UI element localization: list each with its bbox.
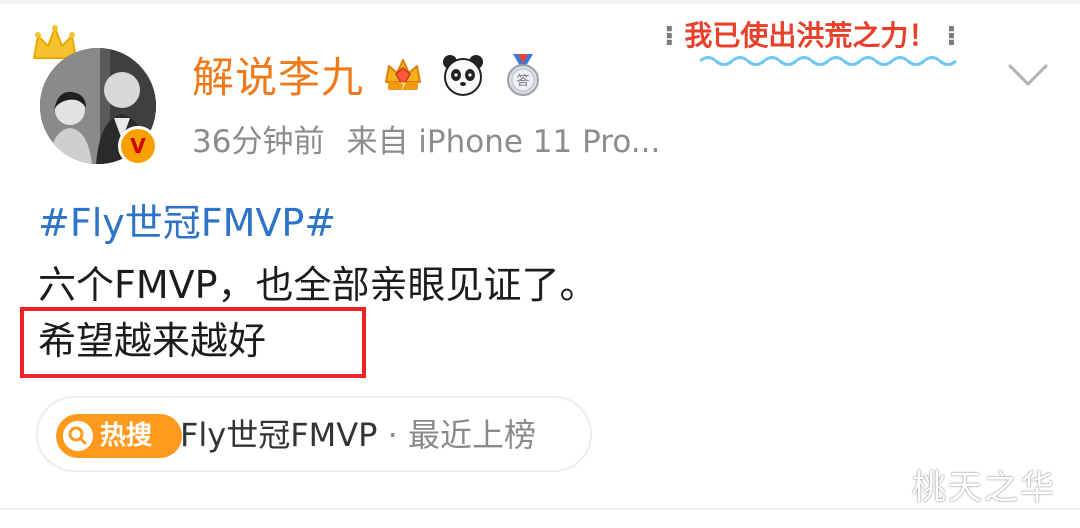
hot-search-status: 最近上榜 bbox=[407, 416, 536, 454]
username[interactable]: 解说李九 bbox=[192, 50, 364, 106]
hot-search-separator: · bbox=[377, 416, 408, 454]
medal-badge-text: 答 bbox=[516, 73, 529, 89]
slogan-deco-right: ⁝ bbox=[946, 19, 957, 52]
post-source[interactable]: 来自 iPhone 11 Pro... bbox=[346, 124, 660, 160]
highlight-box bbox=[20, 307, 366, 378]
top-divider bbox=[0, 0, 1080, 4]
panda-badge-icon[interactable] bbox=[440, 52, 486, 98]
hot-search-text: Fly世冠FMVP · 最近上榜 bbox=[180, 412, 536, 458]
post-text-line-1: 六个FMVP，也全部亲眼见证了。 bbox=[38, 263, 598, 307]
user-badges: 7 答 bbox=[380, 52, 546, 98]
post-time: 36分钟前 bbox=[192, 124, 325, 160]
post-hashtag-link[interactable]: #Fly世冠FMVP# bbox=[38, 196, 336, 250]
hot-search-tag: 热搜 bbox=[56, 414, 182, 458]
chevron-down-icon[interactable] bbox=[1006, 60, 1050, 90]
crown-badge-icon[interactable]: 7 bbox=[380, 52, 426, 98]
profile-slogan: ⁝ 我已使出洪荒之力！ ⁝ bbox=[664, 16, 957, 56]
watermark: 桃天之华 bbox=[912, 468, 1056, 508]
slogan-deco-left: ⁝ bbox=[664, 19, 675, 52]
post-meta: 36分钟前 来自 iPhone 11 Pro... bbox=[192, 120, 660, 164]
verified-badge: V bbox=[118, 126, 158, 166]
medal-badge-icon[interactable]: 答 bbox=[500, 52, 546, 98]
crown-badge-number: 7 bbox=[400, 82, 405, 91]
slogan-text: 我已使出洪荒之力！ bbox=[684, 19, 937, 52]
verified-label: V bbox=[130, 134, 146, 158]
search-icon bbox=[63, 421, 93, 451]
hot-search-topic: Fly世冠FMVP bbox=[180, 416, 378, 454]
hot-search-chip[interactable]: 热搜 Fly世冠FMVP · 最近上榜 bbox=[36, 396, 592, 472]
hot-search-label: 热搜 bbox=[100, 421, 153, 451]
slogan-wave-decoration bbox=[700, 56, 957, 66]
